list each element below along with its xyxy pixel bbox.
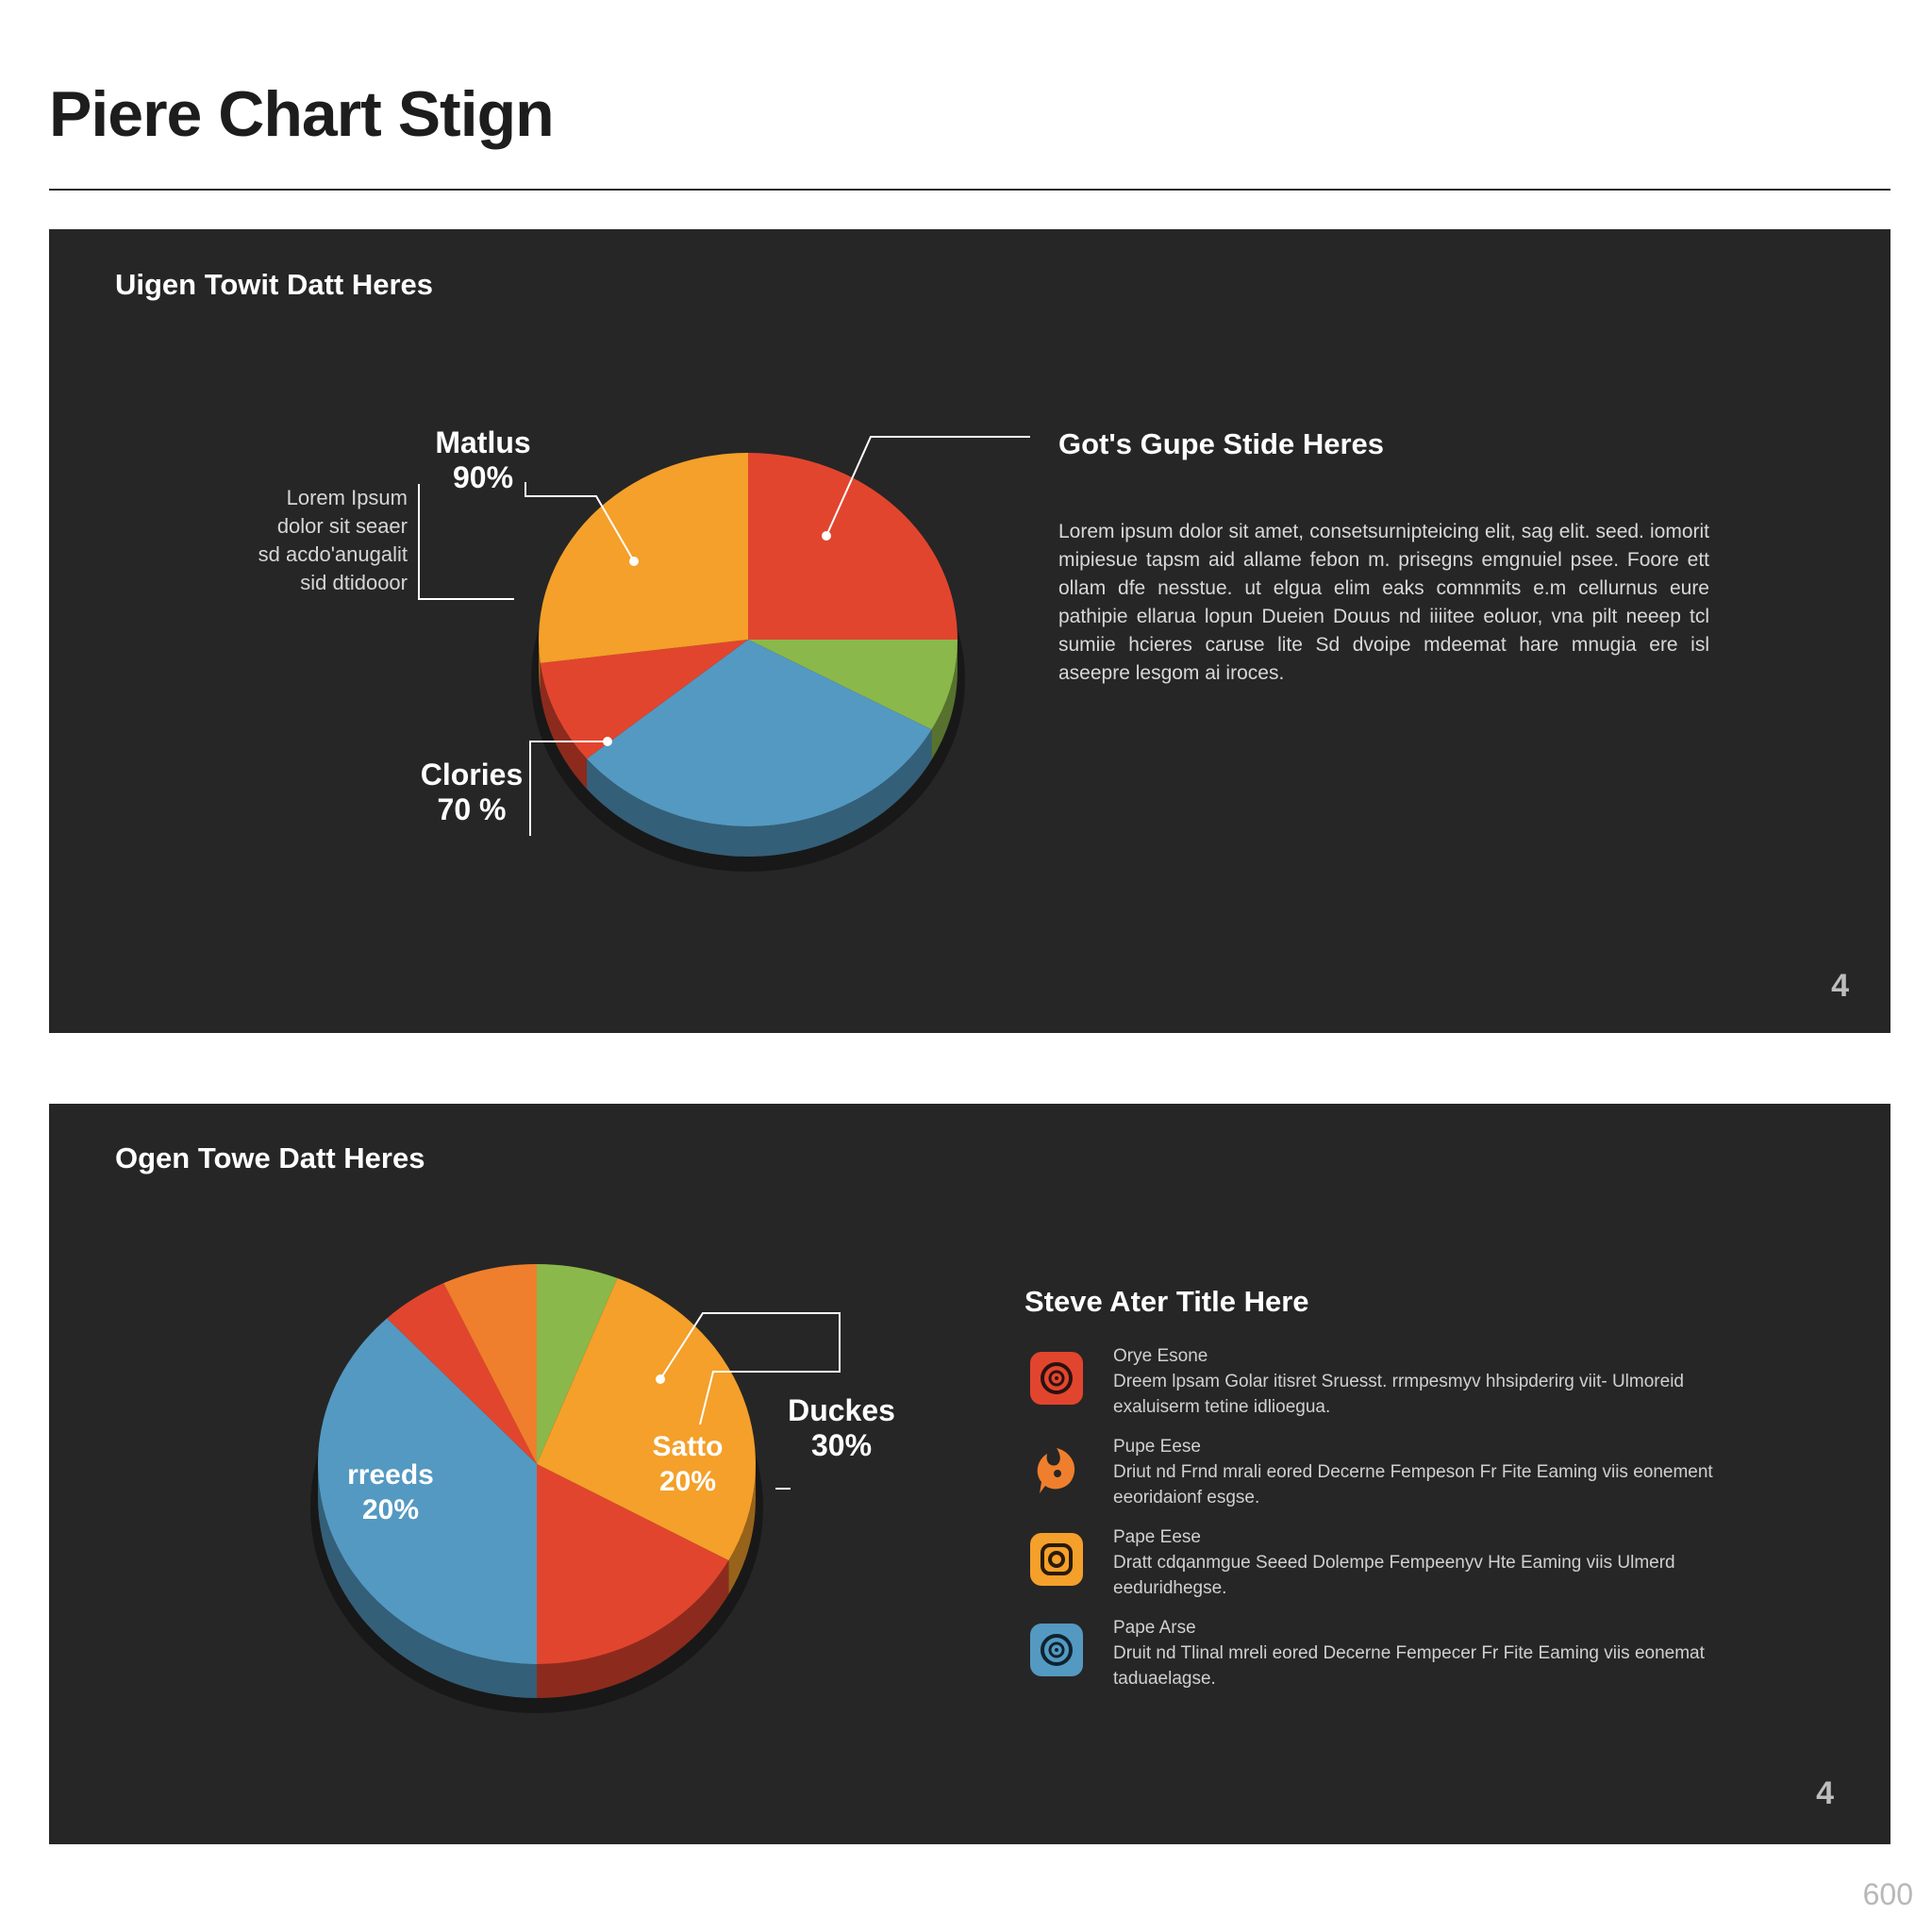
callout-clories-name: Clories bbox=[420, 758, 524, 791]
side-note-line: dolor sit seaer bbox=[276, 514, 408, 538]
callout-matlus-value: 90% bbox=[452, 460, 514, 494]
side-note-line: sid dtidooor bbox=[300, 571, 408, 594]
list-item-label: Pape Arse bbox=[1113, 1618, 1196, 1638]
callout-clories: Clories 70 % bbox=[415, 758, 528, 827]
callout-matlus: Matlus 90% bbox=[426, 425, 540, 495]
label-duckes-value: 30% bbox=[810, 1428, 873, 1462]
label-rreeds: rreeds 20% bbox=[334, 1457, 447, 1527]
leader-dot-duckes bbox=[656, 1374, 665, 1384]
list-item-desc: Dreem lpsam Golar itisret Sruesst. rrmpe… bbox=[1113, 1372, 1684, 1417]
target-icon bbox=[1030, 1352, 1083, 1405]
desc-heading: Got's Gupe Stide Heres bbox=[1058, 427, 1385, 460]
label-satto-value: 20% bbox=[658, 1466, 717, 1497]
label-rreeds-value: 20% bbox=[361, 1494, 420, 1525]
callout-clories-value: 70 % bbox=[437, 792, 507, 826]
list-item-label: Orye Esone bbox=[1113, 1346, 1208, 1366]
leader-dot-desc bbox=[822, 531, 831, 541]
label-duckes: Duckes 30% bbox=[780, 1393, 903, 1463]
list-item: Orye Esone Dreem lpsam Golar itisret Sru… bbox=[1030, 1346, 1747, 1422]
list-item-label: Pape Eese bbox=[1113, 1527, 1201, 1547]
side-note: Lorem Ipsum dolor sit seaer sd acdo'anug… bbox=[209, 484, 408, 597]
note-bracket bbox=[418, 484, 514, 600]
label-satto-name: Satto bbox=[652, 1431, 724, 1462]
list-item-desc: Dratt cdqanmgue Seeed Dolempe Fempeenyv … bbox=[1113, 1553, 1675, 1598]
slide-number: 4 bbox=[1816, 1775, 1834, 1811]
side-note-line: sd acdo'anugalit bbox=[258, 542, 408, 566]
side-note-line: Lorem Ipsum bbox=[286, 486, 408, 509]
list-item: Pape Eese Dratt cdqanmgue Seeed Dolempe … bbox=[1030, 1527, 1747, 1603]
page-title: Piere Chart Stign bbox=[49, 78, 555, 150]
pie-top-slice-0 bbox=[748, 453, 958, 640]
title-divider bbox=[49, 189, 1890, 191]
pie-top-slice-4 bbox=[539, 453, 748, 663]
desc-body: Lorem ipsum dolor sit amet, consetsurnip… bbox=[1058, 521, 1709, 684]
slide-panel-top: Uigen Towit Datt Heres Matlus 90% Clorie… bbox=[49, 229, 1890, 1033]
flame-chat-icon bbox=[1030, 1442, 1083, 1495]
list-item: Pupe Eese Driut nd Frnd mrali eored Dece… bbox=[1030, 1437, 1747, 1512]
label-duckes-name: Duckes bbox=[788, 1393, 895, 1427]
label-satto: Satto 20% bbox=[631, 1429, 744, 1499]
list-item: Pape Arse Druit nd Tlinal mreli eored De… bbox=[1030, 1618, 1747, 1693]
callout-matlus-name: Matlus bbox=[435, 425, 531, 459]
leader-dot-clories bbox=[603, 737, 612, 746]
camera-icon bbox=[1030, 1533, 1083, 1586]
slide-panel-bottom: Ogen Towe Datt Heres rreeds 20% Satto 20… bbox=[49, 1104, 1890, 1844]
list-item-label: Pupe Eese bbox=[1113, 1437, 1201, 1457]
list-item-desc: Druit nd Tlinal mreli eored Decerne Femp… bbox=[1113, 1643, 1705, 1689]
slide-number: 4 bbox=[1831, 968, 1849, 1004]
target-icon bbox=[1030, 1624, 1083, 1676]
list-item-desc: Driut nd Frnd mrali eored Decerne Fempes… bbox=[1113, 1462, 1713, 1507]
leader-dot-matlus bbox=[629, 557, 639, 566]
label-rreeds-name: rreeds bbox=[347, 1459, 434, 1491]
list-title: Steve Ater Title Here bbox=[1024, 1285, 1309, 1318]
corner-number: 600 bbox=[1862, 1877, 1913, 1911]
